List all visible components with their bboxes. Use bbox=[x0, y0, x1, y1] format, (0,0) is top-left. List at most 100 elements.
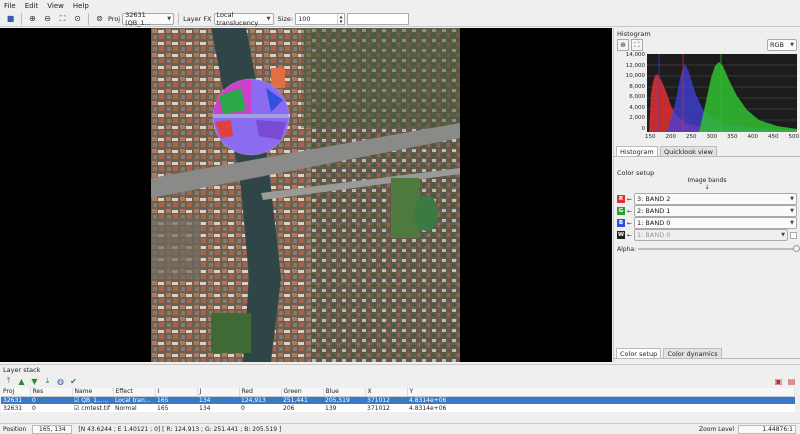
arrow-left-icon: ← bbox=[627, 219, 633, 227]
satellite-image[interactable] bbox=[151, 28, 460, 362]
histogram-fit-icon[interactable]: ⛶ bbox=[631, 39, 643, 51]
histogram-zoom-icon[interactable]: ⊕ bbox=[617, 39, 629, 51]
layer-stack-panel: Layer stack ⤒ ▲ ▼ ⤓ ◍ ✔ ▣ ▤ Proj Res Nam… bbox=[0, 364, 800, 423]
green-band-combo[interactable]: 2: BAND 1 ▼ bbox=[634, 205, 797, 217]
home-icon[interactable]: ■ bbox=[4, 12, 17, 25]
band-list: R ← 3: BAND 2 ▼ G ← 2: BAND 1 ▼ B ← 1: BAN… bbox=[614, 193, 800, 255]
histogram-y-tick: 0 bbox=[641, 125, 646, 132]
zoom-in-icon[interactable]: ⊕ bbox=[26, 12, 39, 25]
histogram-y-tick: 4,000 bbox=[629, 104, 645, 111]
histogram-y-tick: 6,000 bbox=[629, 94, 645, 101]
alpha-slider[interactable] bbox=[638, 245, 800, 252]
color-setup-title: Color setup bbox=[617, 169, 655, 177]
delete-layer-icon[interactable]: ▣ bbox=[773, 376, 784, 387]
zoom-layer-icon[interactable]: ⊚ bbox=[93, 12, 106, 25]
translucency-lens bbox=[212, 78, 290, 156]
column-header[interactable]: Red bbox=[239, 388, 282, 397]
extra-field[interactable] bbox=[347, 12, 410, 25]
histogram-title: Histogram bbox=[617, 30, 651, 38]
layer-fx-label: Layer FX bbox=[183, 14, 212, 23]
histogram-tabs: Histogram Quicklook view bbox=[614, 146, 800, 157]
spin-arrows-icon[interactable]: ▲ ▼ bbox=[337, 13, 344, 24]
move-bottom-icon[interactable]: ⤓ bbox=[42, 376, 53, 387]
tab-color-dynamics[interactable]: Color dynamics bbox=[663, 348, 722, 358]
chevron-down-icon: ▼ bbox=[790, 42, 794, 48]
layer-fx-value: Local translucency bbox=[216, 10, 259, 27]
pixel-info: [N 43.6244 ; E 1.40121 ; 0] [ R: 124.913… bbox=[78, 425, 282, 433]
toolbar-separator bbox=[21, 12, 22, 25]
delete-all-icon[interactable]: ▤ bbox=[786, 376, 797, 387]
column-header[interactable]: Effect bbox=[113, 388, 156, 397]
column-header[interactable]: Res bbox=[30, 388, 73, 397]
menu-edit[interactable]: Edit bbox=[25, 2, 39, 10]
cell-i: 165 bbox=[155, 396, 197, 404]
chevron-down-icon: ▼ bbox=[781, 232, 785, 238]
column-header[interactable]: J bbox=[197, 388, 240, 397]
layer-stack-title: Layer stack bbox=[3, 366, 41, 374]
histogram-y-tick: 8,000 bbox=[629, 83, 645, 90]
tab-quicklook[interactable]: Quicklook view bbox=[659, 146, 717, 156]
band-row-blue: B ← 1: BAND 0 ▼ bbox=[617, 217, 797, 229]
zoom-out-icon[interactable]: ⊖ bbox=[41, 12, 54, 25]
white-band-checkbox[interactable] bbox=[790, 231, 797, 239]
position-value: 165, 134 bbox=[39, 425, 66, 433]
histogram-x-tick: 450 bbox=[768, 134, 779, 140]
cell-name: ☑ cmtest.tif bbox=[72, 404, 113, 412]
alpha-row: Alpha: bbox=[617, 243, 800, 255]
histogram-x-tick: 500 bbox=[788, 134, 800, 140]
size-spinbox[interactable]: 100 ▲ ▼ bbox=[295, 12, 346, 25]
layer-table: Proj Res Name Effect I J Red Green Blue … bbox=[1, 388, 795, 412]
layer-fx-combo[interactable]: Local translucency ▼ bbox=[213, 10, 274, 27]
alpha-slider-handle[interactable] bbox=[793, 245, 800, 252]
column-header[interactable]: Blue bbox=[323, 388, 366, 397]
zoom-extent-icon[interactable]: ⛶ bbox=[56, 12, 69, 25]
histogram-y-tick: 14,000 bbox=[625, 52, 645, 58]
zoom-label: Zoom Level bbox=[698, 425, 734, 433]
green-channel-badge: G bbox=[617, 207, 625, 215]
cell-effect: Local transl... bbox=[113, 396, 155, 404]
size-value: 100 bbox=[298, 14, 311, 23]
proj-combo[interactable]: 32631 (QB_1... ▼ bbox=[122, 11, 175, 27]
position-field: 165, 134 bbox=[32, 424, 73, 434]
column-header[interactable]: Proj bbox=[1, 388, 31, 397]
tab-histogram[interactable]: Histogram bbox=[616, 146, 658, 156]
table-row[interactable]: 32631 0 ☑ QB_1...s... Local transl... 16… bbox=[1, 396, 795, 404]
cell-x: 371012 bbox=[365, 404, 407, 412]
red-band-combo[interactable]: 3: BAND 2 ▼ bbox=[634, 193, 797, 205]
alpha-label: Alpha: bbox=[617, 245, 637, 253]
move-up-icon[interactable]: ▲ bbox=[16, 376, 27, 387]
arrow-left-icon: ← bbox=[627, 231, 633, 239]
status-bar: Position 165, 134 [N 43.6244 ; E 1.40121… bbox=[0, 423, 800, 434]
table-row[interactable]: 32631 0 ☑ cmtest.tif Normal 165 134 0 20… bbox=[1, 404, 795, 412]
zoom-full-icon[interactable]: ⊙ bbox=[71, 12, 84, 25]
column-header[interactable]: I bbox=[155, 388, 198, 397]
cell-i: 165 bbox=[155, 404, 197, 412]
main-toolbar: ■ ⊕ ⊖ ⛶ ⊙ ⊚ Proj 32631 (QB_1... ▼ Layer F… bbox=[0, 11, 800, 27]
move-down-icon[interactable]: ▼ bbox=[29, 376, 40, 387]
checkmark-icon[interactable]: ✔ bbox=[68, 376, 79, 387]
menu-file[interactable]: File bbox=[4, 2, 16, 10]
histogram-x-tick: 300 bbox=[706, 134, 718, 140]
white-band-combo[interactable]: 1: BAND 0 ▼ bbox=[634, 229, 788, 241]
layer-name: QB_1...s... bbox=[81, 396, 112, 404]
blue-band-combo[interactable]: 1: BAND 0 ▼ bbox=[634, 217, 797, 229]
move-top-icon[interactable]: ⤒ bbox=[3, 376, 14, 387]
cell-j: 134 bbox=[197, 396, 239, 404]
column-header[interactable]: Green bbox=[281, 388, 324, 397]
tab-color-setup[interactable]: Color setup bbox=[616, 348, 662, 358]
globe-icon[interactable]: ◍ bbox=[55, 376, 66, 387]
arrow-down-icon: ↓ bbox=[704, 184, 710, 191]
histogram-y-tick: 10,000 bbox=[625, 73, 645, 80]
band-row-red: R ← 3: BAND 2 ▼ bbox=[617, 193, 797, 205]
column-header[interactable]: Y bbox=[407, 388, 795, 397]
menu-help[interactable]: Help bbox=[73, 2, 89, 10]
column-header[interactable]: X bbox=[365, 388, 408, 397]
cell-red: 0 bbox=[239, 404, 281, 412]
column-header[interactable]: Name bbox=[72, 388, 114, 397]
cell-res: 0 bbox=[30, 396, 72, 404]
layer-stack-toolbar: ⤒ ▲ ▼ ⤓ ◍ ✔ ▣ ▤ bbox=[0, 374, 800, 388]
red-band-value: 3: BAND 2 bbox=[637, 195, 671, 203]
blue-band-value: 1: BAND 0 bbox=[637, 219, 671, 227]
histogram-mode-combo[interactable]: RGB ▼ bbox=[767, 39, 797, 51]
menu-view[interactable]: View bbox=[47, 2, 64, 10]
